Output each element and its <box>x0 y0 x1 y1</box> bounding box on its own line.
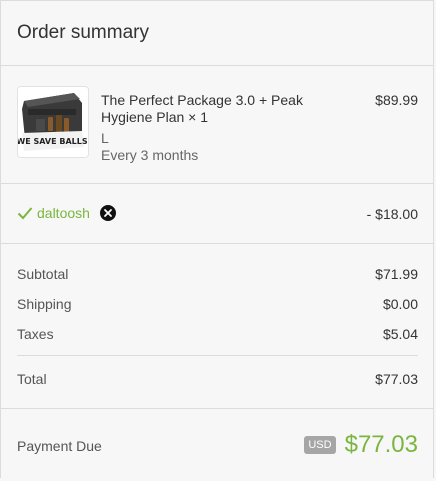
close-circle-icon <box>104 209 112 217</box>
product-box-icon: WE SAVE BALLS <box>18 87 88 157</box>
product-thumbnail: WE SAVE BALLS <box>17 86 89 158</box>
discount-amount: - $18.00 <box>366 206 418 222</box>
shipping-label: Shipping <box>17 296 72 312</box>
shipping-row: Shipping $0.00 <box>17 296 418 312</box>
product-line-item: WE SAVE BALLS The Perfect Package 3.0 + … <box>1 66 433 184</box>
total-label: Total <box>17 371 47 387</box>
total-row: Total $77.03 <box>17 371 418 387</box>
payment-due-label: Payment Due <box>17 438 102 454</box>
product-size: L <box>101 130 109 146</box>
discount-row: daltoosh - $18.00 <box>1 184 433 244</box>
subtotal-label: Subtotal <box>17 266 69 282</box>
product-frequency: Every 3 months <box>101 147 199 163</box>
discount-code: daltoosh <box>37 205 90 221</box>
check-icon <box>17 207 33 220</box>
product-name: The Perfect Package 3.0 + Peak Hygiene P… <box>101 92 303 125</box>
order-summary-title: Order summary <box>17 22 149 43</box>
subtotal-value: $71.99 <box>375 266 418 282</box>
shipping-value: $0.00 <box>382 296 418 312</box>
totals-divider <box>17 355 418 356</box>
totals-section: Subtotal $71.99 Shipping $0.00 Taxes $5.… <box>1 244 433 409</box>
remove-discount-button[interactable] <box>99 205 116 221</box>
payment-due-amount: $77.03 <box>344 431 418 458</box>
taxes-row: Taxes $5.04 <box>17 326 418 342</box>
subtotal-row: Subtotal $71.99 <box>17 266 418 282</box>
currency-badge: USD <box>304 436 336 454</box>
total-value: $77.03 <box>375 371 418 387</box>
taxes-value: $5.04 <box>382 326 418 342</box>
product-image-text: WE SAVE BALLS <box>18 137 88 146</box>
payment-due-amount-group: USD $77.03 <box>304 431 418 459</box>
discount-tag: daltoosh <box>17 205 116 221</box>
taxes-label: Taxes <box>17 326 54 342</box>
order-summary-header: Order summary <box>1 1 433 66</box>
order-summary-panel: Order summary WE SAVE BALLS The Perfect … <box>0 0 434 478</box>
product-price: $89.99 <box>375 92 418 108</box>
payment-due-row: Payment Due USD $77.03 <box>1 409 433 481</box>
product-info: The Perfect Package 3.0 + Peak Hygiene P… <box>101 92 331 164</box>
